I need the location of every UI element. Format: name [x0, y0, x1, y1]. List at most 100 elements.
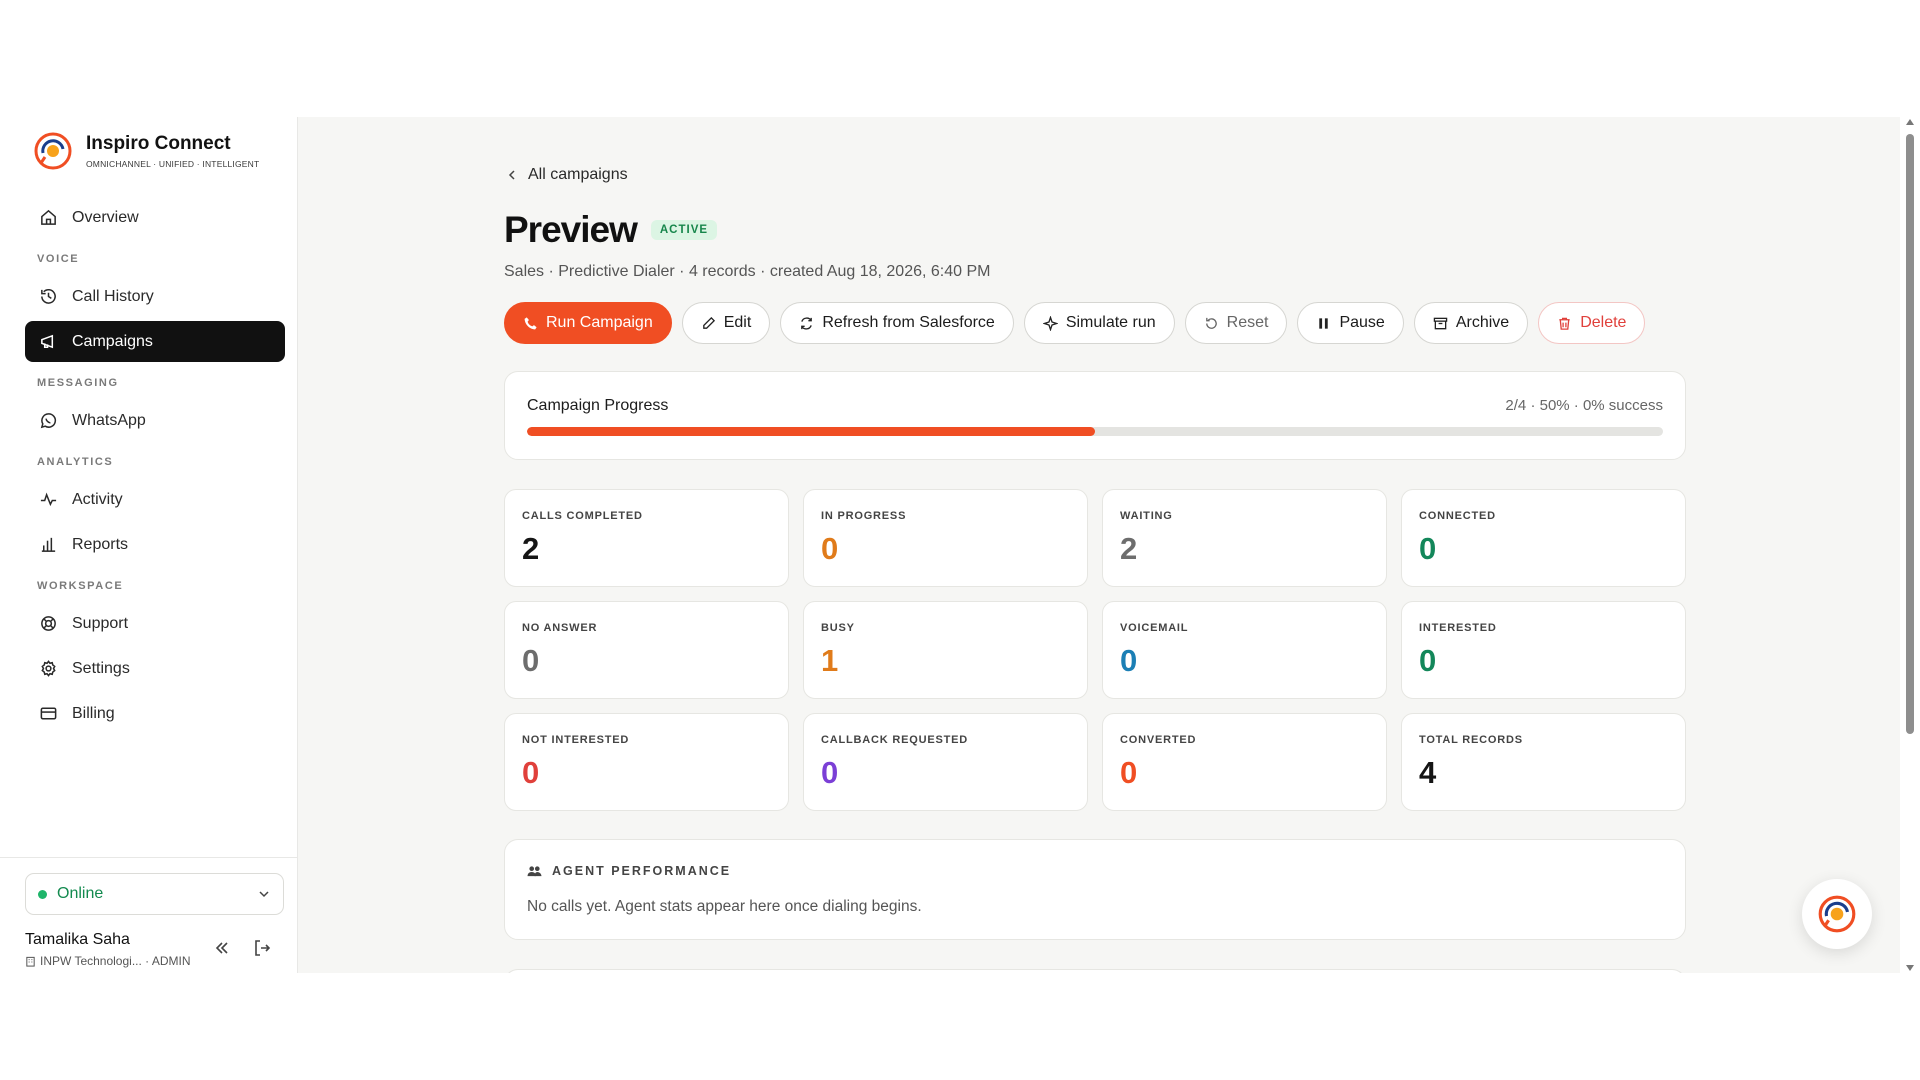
sidebar-item-billing[interactable]: Billing	[25, 693, 285, 734]
nav-section-messaging: MESSAGING	[37, 377, 119, 389]
brand-tagline: OMNICHANNEL · UNIFIED · INTELLIGENT	[86, 159, 260, 169]
credit-card-icon	[40, 707, 57, 720]
sidebar-nav: Overview VOICE Call History Campaigns ME…	[25, 197, 285, 738]
stats-grid: CALLS COMPLETED 2 IN PROGRESS 0 WAITING 2 C…	[504, 489, 1686, 811]
back-link-label: All campaigns	[528, 166, 628, 183]
brand-logo-icon	[32, 130, 74, 172]
stat-value: 1	[821, 643, 839, 678]
logout-icon[interactable]	[252, 938, 272, 958]
stat-label: IN PROGRESS	[821, 510, 907, 522]
sidebar-item-label: WhatsApp	[72, 411, 146, 429]
nav-section-workspace: WORKSPACE	[37, 580, 124, 592]
progress-label: Campaign Progress	[527, 397, 669, 414]
whatsapp-icon	[40, 413, 57, 429]
stat-value: 0	[821, 755, 839, 790]
sidebar-item-overview[interactable]: Overview	[25, 197, 285, 238]
stat-card: NOT INTERESTED 0	[504, 713, 789, 811]
agent-performance-heading: AGENT PERFORMANCE	[527, 864, 731, 878]
chat-assistant-button[interactable]	[1802, 879, 1872, 949]
run-campaign-label: Run Campaign	[546, 314, 653, 331]
sidebar-item-settings[interactable]: Settings	[25, 648, 285, 689]
refresh-icon	[801, 316, 813, 330]
stat-card: CALLS COMPLETED 2	[504, 489, 789, 587]
archive-button[interactable]: Archive	[1413, 302, 1529, 344]
pause-icon	[1319, 317, 1329, 329]
stat-label: CALLBACK REQUESTED	[821, 734, 969, 746]
stat-value: 0	[821, 531, 839, 566]
user-org: INPW Technologi... · ADMIN	[25, 954, 191, 968]
refresh-label: Refresh from Salesforce	[822, 314, 995, 331]
history-icon	[41, 289, 56, 304]
simulate-run-button[interactable]: Simulate run	[1023, 302, 1175, 344]
sidebar-item-activity[interactable]: Activity	[25, 479, 285, 520]
progress-bar-fill	[527, 427, 1095, 436]
stat-label: NOT INTERESTED	[522, 734, 630, 746]
stat-card: BUSY 1	[803, 601, 1088, 699]
edit-button[interactable]: Edit	[681, 302, 771, 344]
stat-label: CONNECTED	[1419, 510, 1496, 522]
archive-icon	[1433, 317, 1448, 329]
stat-value: 0	[1120, 755, 1138, 790]
scroll-thumb[interactable]	[1906, 134, 1914, 734]
app-window: Inspiro Connect OMNICHANNEL · UNIFIED · …	[0, 117, 1920, 973]
campaign-subtitle: Sales · Predictive Dialer · 4 records · …	[504, 263, 991, 280]
stat-value: 0	[1419, 531, 1437, 566]
title-row: Preview ACTIVE	[504, 209, 718, 251]
status-dropdown[interactable]: Online	[25, 873, 284, 915]
sidebar-item-label: Overview	[72, 208, 139, 226]
stat-label: BUSY	[821, 622, 855, 634]
stat-label: CONVERTED	[1120, 734, 1197, 746]
sidebar-item-campaigns[interactable]: Campaigns	[25, 321, 285, 362]
sidebar-item-label: Billing	[72, 704, 115, 722]
status-badge: ACTIVE	[650, 220, 718, 240]
stat-label: TOTAL RECORDS	[1419, 734, 1523, 746]
refresh-salesforce-button[interactable]: Refresh from Salesforce	[780, 302, 1014, 344]
archive-label: Archive	[1455, 314, 1510, 331]
brand[interactable]: Inspiro Connect OMNICHANNEL · UNIFIED · …	[32, 130, 259, 172]
stat-value: 2	[1120, 531, 1138, 566]
reset-button[interactable]: Reset	[1184, 302, 1288, 344]
sidebar-item-label: Campaigns	[72, 332, 153, 350]
sidebar-item-label: Reports	[72, 535, 129, 553]
stat-card: TOTAL RECORDS 4	[1401, 713, 1686, 811]
reset-label: Reset	[1226, 314, 1269, 331]
stat-value: 0	[1419, 643, 1437, 678]
back-link[interactable]: All campaigns	[506, 166, 628, 184]
progress-meta: 2/4 · 50% · 0% success	[1505, 397, 1663, 414]
scroll-down-arrow[interactable]	[1906, 965, 1914, 971]
stat-label: WAITING	[1120, 510, 1173, 522]
sidebar-item-whatsapp[interactable]: WhatsApp	[25, 400, 285, 441]
stat-card: CALLBACK REQUESTED 0	[803, 713, 1088, 811]
pause-button[interactable]: Pause	[1297, 302, 1404, 344]
run-campaign-button[interactable]: Run Campaign	[504, 302, 672, 344]
online-status-dot	[38, 889, 47, 899]
nav-section-analytics: ANALYTICS	[37, 456, 114, 468]
page-scrollbar[interactable]	[1900, 117, 1920, 973]
agent-performance-card: AGENT PERFORMANCE No calls yet. Agent st…	[504, 839, 1686, 940]
users-icon	[527, 865, 542, 876]
simulate-label: Simulate run	[1065, 314, 1156, 331]
stat-value: 4	[1419, 755, 1437, 790]
sidebar-item-call-history[interactable]: Call History	[25, 276, 285, 317]
progress-bar	[527, 427, 1663, 436]
user-actions	[212, 938, 272, 958]
delete-button[interactable]: Delete	[1538, 302, 1646, 344]
scroll-up-arrow[interactable]	[1906, 119, 1914, 125]
collapse-sidebar-icon[interactable]	[212, 938, 232, 958]
stat-card: CONNECTED 0	[1401, 489, 1686, 587]
next-section-card	[504, 969, 1686, 973]
chevron-left-icon	[508, 170, 515, 180]
chat-bot-icon	[1818, 895, 1856, 933]
sidebar-item-support[interactable]: Support	[25, 603, 285, 644]
stat-label: NO ANSWER	[522, 622, 598, 634]
page-title: Preview	[504, 209, 638, 250]
stat-card: IN PROGRESS 0	[803, 489, 1088, 587]
user-name: Tamalika Saha	[25, 931, 130, 948]
stat-card: CONVERTED 0	[1102, 713, 1387, 811]
sidebar-item-reports[interactable]: Reports	[25, 524, 285, 565]
agent-performance-empty: No calls yet. Agent stats appear here on…	[527, 898, 922, 915]
stat-value: 0	[1120, 643, 1138, 678]
stat-value: 0	[522, 755, 540, 790]
campaign-progress-card: Campaign Progress 2/4 · 50% · 0% success	[504, 371, 1686, 460]
stat-card: VOICEMAIL 0	[1102, 601, 1387, 699]
